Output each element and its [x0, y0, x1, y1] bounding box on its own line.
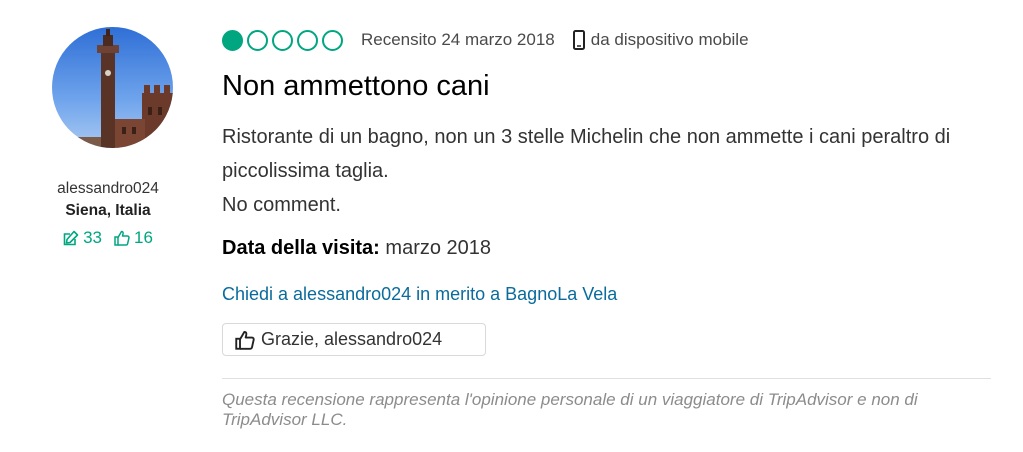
review-body-paragraph: Ristorante di un bagno, non un 3 stelle …	[222, 126, 951, 182]
visit-date: Data della visita: marzo 2018	[222, 237, 491, 260]
review-count-stat: 33	[63, 228, 102, 248]
review-body: Ristorante di un bagno, non un 3 stelle …	[222, 120, 1002, 222]
user-avatar[interactable]	[52, 27, 173, 148]
review-title[interactable]: Non ammettono cani	[222, 70, 490, 103]
thanks-label: Grazie, alessandro024	[261, 329, 443, 349]
helpful-votes-stat: 16	[114, 228, 153, 248]
thumbs-up-icon	[114, 230, 130, 246]
ask-reviewer-link[interactable]: Chiedi a alessandro024 in merito a Bagno…	[222, 284, 617, 305]
rating-bubble-filled	[222, 29, 243, 51]
visit-date-value: marzo 2018	[385, 237, 492, 259]
mobile-phone-icon	[572, 30, 585, 50]
user-location: Siena, Italia	[65, 202, 151, 219]
thanks-button[interactable]: Grazie, alessandro024	[222, 323, 486, 356]
user-stats: 33 16	[20, 228, 196, 248]
device-label: da dispositivo mobile	[572, 30, 749, 50]
rating-row: Recensito 24 marzo 2018 da dispositivo m…	[222, 26, 749, 54]
device-text: da dispositivo mobile	[590, 30, 749, 49]
thumbs-up-icon	[235, 330, 255, 350]
rating-bubble-empty	[247, 29, 268, 51]
avatar-image	[52, 27, 173, 148]
rating-bubble-empty	[272, 29, 293, 51]
user-name[interactable]: alessandro024	[20, 180, 196, 198]
visit-date-label: Data della visita:	[222, 237, 380, 259]
review-count: 33	[83, 228, 102, 247]
rating-bubble-empty	[322, 29, 343, 51]
helpful-votes-count: 16	[134, 228, 153, 247]
pencil-edit-icon	[63, 230, 79, 246]
bubble-rating	[222, 29, 343, 51]
review-disclaimer: Questa recensione rappresenta l'opinione…	[222, 390, 918, 429]
review-date: Recensito 24 marzo 2018	[361, 30, 555, 49]
divider	[222, 378, 991, 379]
rating-bubble-empty	[297, 29, 318, 51]
review-body-paragraph: No comment.	[222, 194, 341, 216]
